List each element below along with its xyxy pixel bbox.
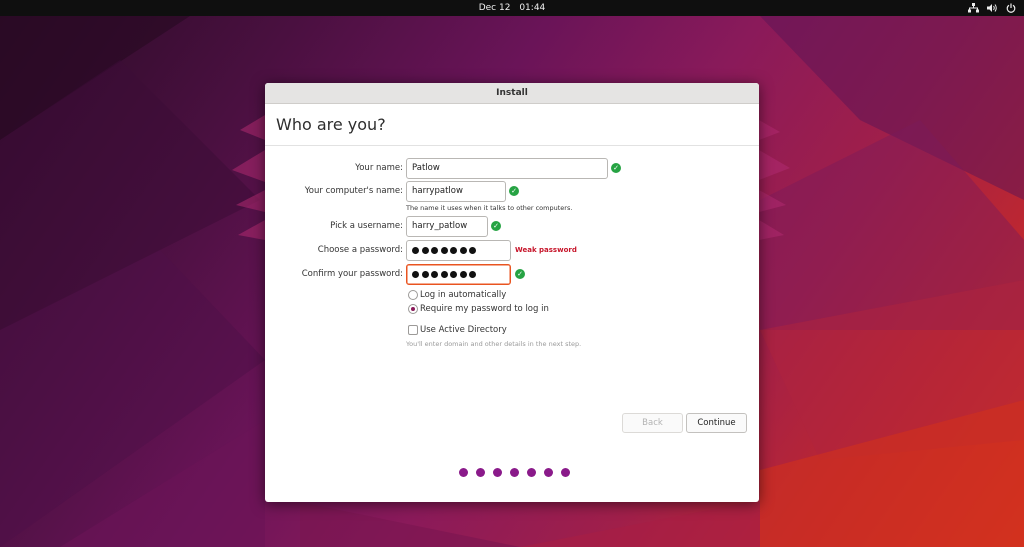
confirm-password-valid-icon: ✓ bbox=[515, 269, 525, 279]
password-dot bbox=[450, 247, 457, 254]
active-directory-label[interactable]: Use Active Directory bbox=[420, 325, 507, 335]
name-label: Your name: bbox=[355, 163, 403, 173]
active-directory-hint: You'll enter domain and other details in… bbox=[406, 340, 582, 348]
password-field[interactable] bbox=[406, 240, 511, 261]
computer-name-label: Your computer's name: bbox=[304, 186, 403, 196]
password-dot bbox=[431, 271, 438, 278]
confirm-password-mask bbox=[412, 265, 510, 284]
clock[interactable]: Dec 12 01:44 bbox=[0, 0, 1024, 16]
computer-name-field[interactable]: harrypatlow bbox=[406, 181, 506, 202]
volume-icon[interactable] bbox=[987, 3, 998, 13]
computer-name-valid-icon: ✓ bbox=[509, 186, 519, 196]
progress-step-dot bbox=[459, 468, 468, 477]
name-valid-icon: ✓ bbox=[611, 163, 621, 173]
password-dot bbox=[421, 247, 429, 254]
installer-window: Install Who are you? Your name: Patlow ✓… bbox=[265, 83, 759, 502]
password-dot bbox=[450, 271, 457, 278]
password-dot bbox=[421, 271, 429, 278]
password-dot bbox=[431, 247, 438, 254]
confirm-password-label: Confirm your password: bbox=[301, 269, 403, 279]
login-automatically-label[interactable]: Log in automatically bbox=[420, 290, 506, 300]
computer-name-hint: The name it uses when it talks to other … bbox=[406, 204, 573, 212]
progress-step-dot bbox=[493, 468, 502, 477]
progress-step-dot bbox=[544, 468, 553, 477]
username-valid-icon: ✓ bbox=[491, 221, 501, 231]
progress-step-dot bbox=[510, 468, 519, 477]
progress-step-dot bbox=[561, 468, 570, 477]
password-dot bbox=[459, 271, 467, 278]
name-field[interactable]: Patlow bbox=[406, 158, 608, 179]
password-dot bbox=[412, 247, 419, 254]
top-bar: Dec 12 01:44 bbox=[0, 0, 1024, 16]
window-titlebar[interactable]: Install bbox=[265, 83, 759, 104]
password-mask bbox=[412, 241, 510, 260]
confirm-password-field[interactable] bbox=[406, 264, 511, 285]
continue-button[interactable]: Continue bbox=[686, 413, 747, 433]
password-strength-label: Weak password bbox=[515, 246, 577, 254]
login-automatically-radio[interactable] bbox=[408, 290, 418, 300]
clock-time: 01:44 bbox=[519, 3, 546, 13]
system-tray[interactable] bbox=[968, 0, 1016, 16]
divider bbox=[265, 145, 759, 146]
password-dot bbox=[412, 271, 419, 278]
password-dot bbox=[440, 271, 448, 278]
progress-step-dot bbox=[527, 468, 536, 477]
require-password-radio[interactable] bbox=[408, 304, 418, 314]
password-dot bbox=[440, 247, 448, 254]
network-icon[interactable] bbox=[968, 3, 979, 13]
power-icon[interactable] bbox=[1006, 3, 1016, 13]
installation-progress bbox=[459, 468, 570, 477]
password-dot bbox=[469, 271, 476, 278]
username-label: Pick a username: bbox=[330, 221, 403, 231]
clock-date: Dec 12 bbox=[478, 3, 511, 13]
username-field[interactable]: harry_patlow bbox=[406, 216, 488, 237]
page-title: Who are you? bbox=[276, 115, 386, 134]
password-dot bbox=[459, 247, 467, 254]
progress-step-dot bbox=[476, 468, 485, 477]
password-dot bbox=[469, 247, 476, 254]
require-password-label[interactable]: Require my password to log in bbox=[420, 304, 549, 314]
password-label: Choose a password: bbox=[317, 245, 403, 255]
active-directory-checkbox[interactable] bbox=[408, 325, 418, 335]
back-button[interactable]: Back bbox=[622, 413, 683, 433]
